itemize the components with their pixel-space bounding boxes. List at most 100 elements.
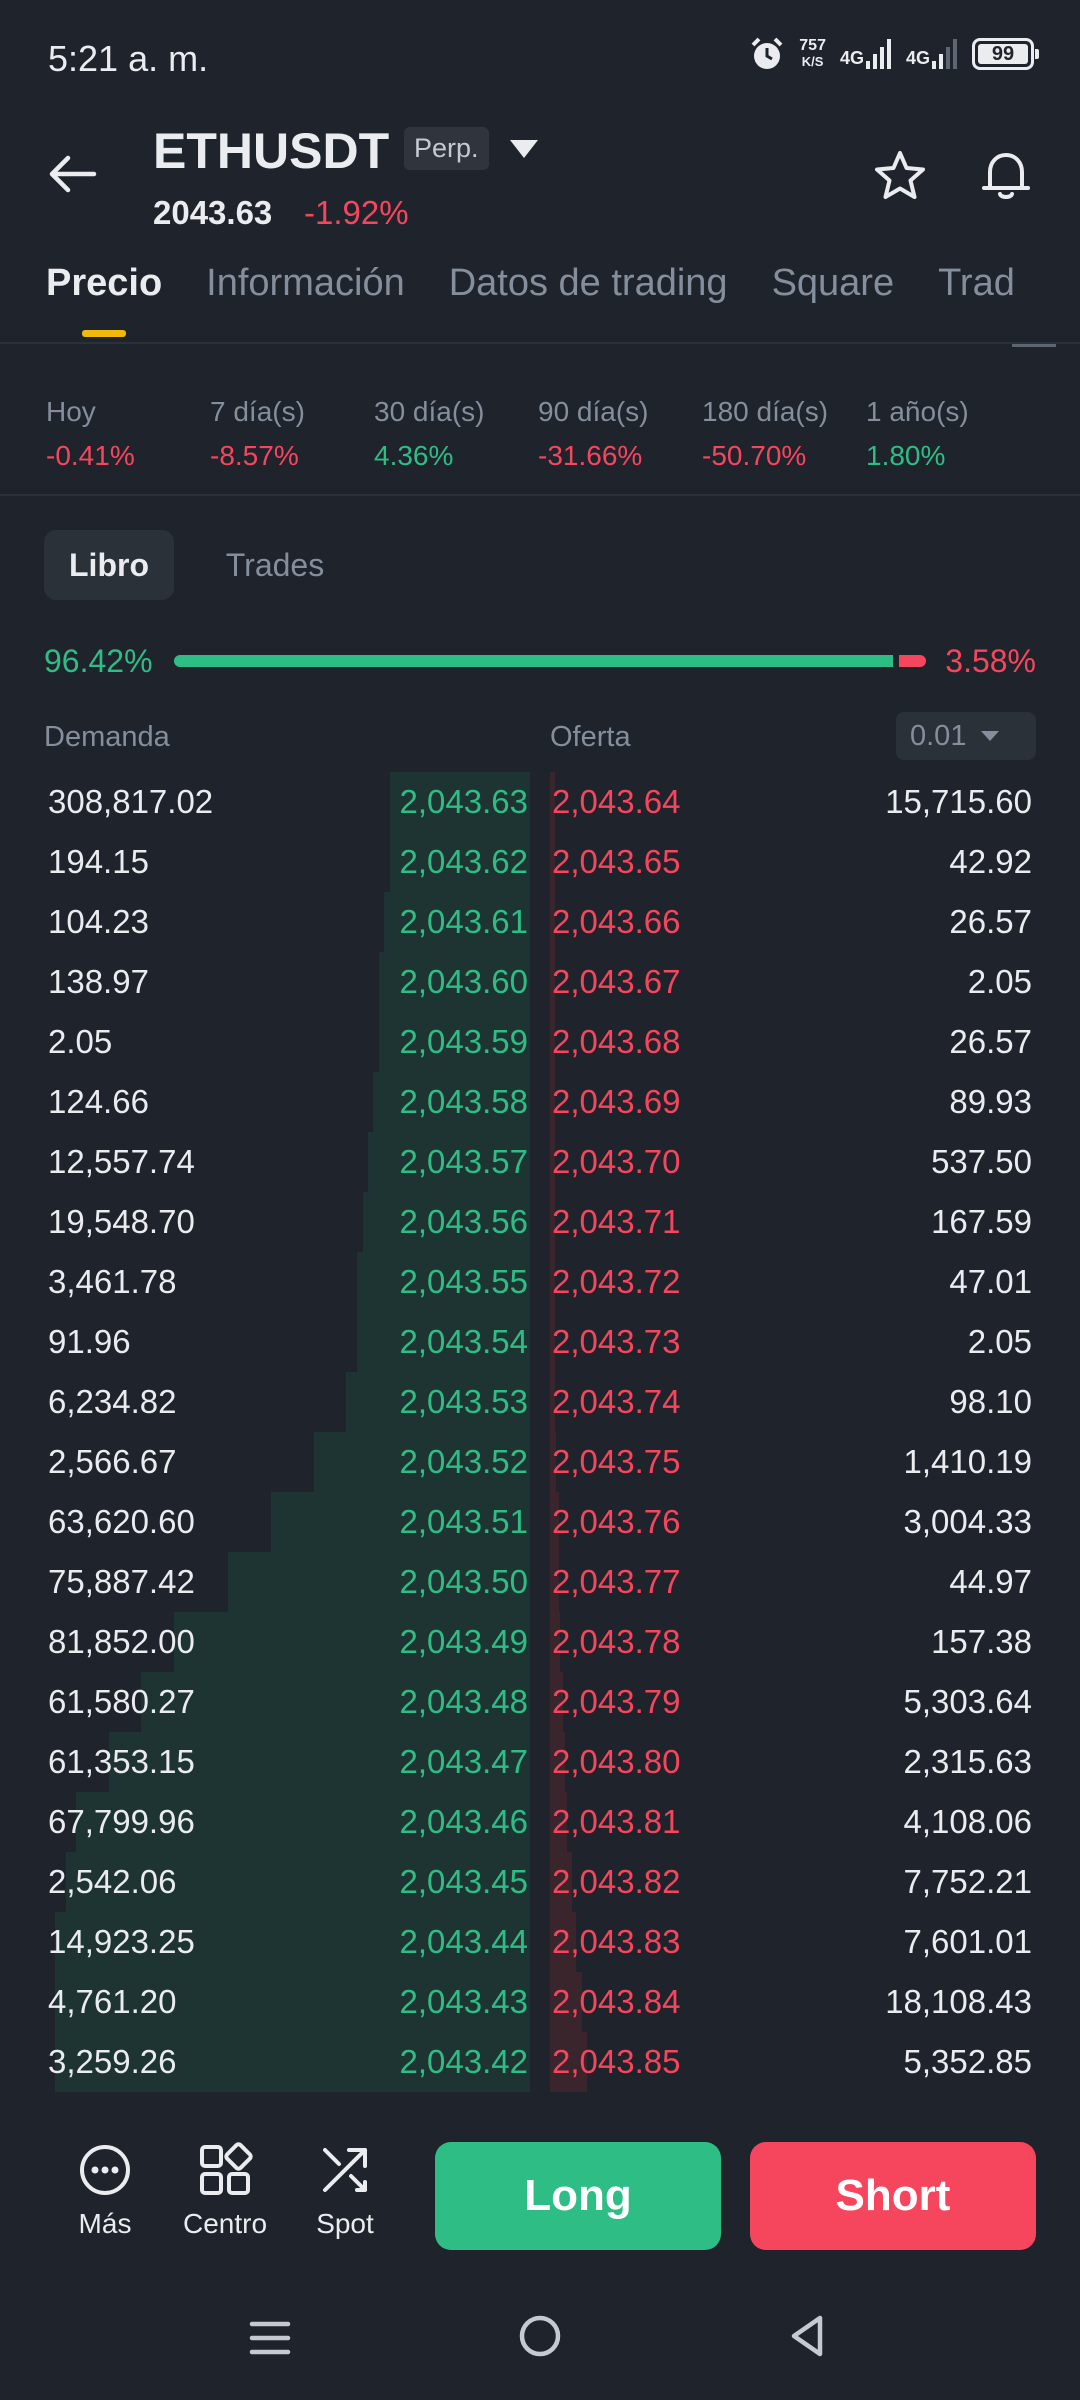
- tab-square[interactable]: Square: [772, 262, 895, 342]
- ask-quantity: 5,352.85: [903, 2043, 1032, 2080]
- ask-ratio-label: 3.58%: [945, 643, 1036, 679]
- order-book-row[interactable]: 194.15 2,043.62 2,043.65 42.92: [0, 832, 1080, 892]
- order-book-row[interactable]: 6,234.82 2,043.53 2,043.74 98.10: [0, 1372, 1080, 1432]
- ask-quantity: 1,410.19: [903, 1443, 1032, 1480]
- order-book-row[interactable]: 3,259.26 2,043.42 2,043.85 5,352.85: [0, 2032, 1080, 2092]
- order-book-row[interactable]: 138.97 2,043.60 2,043.67 2.05: [0, 952, 1080, 1012]
- order-book-row[interactable]: 61,353.15 2,043.47 2,043.80 2,315.63: [0, 1732, 1080, 1792]
- order-book-row[interactable]: 12,557.74 2,043.57 2,043.70 537.50: [0, 1132, 1080, 1192]
- segment-libro[interactable]: Libro: [44, 530, 174, 600]
- last-price: 2043.63: [153, 194, 273, 231]
- back-icon[interactable]: [786, 2314, 830, 2358]
- order-book-row[interactable]: 75,887.42 2,043.50 2,043.77 44.97: [0, 1552, 1080, 1612]
- segment-trades[interactable]: Trades: [200, 530, 350, 600]
- order-book-row[interactable]: 81,852.00 2,043.49 2,043.78 157.38: [0, 1612, 1080, 1672]
- bid-quantity: 19,548.70: [48, 1203, 195, 1240]
- menu-icon[interactable]: [248, 2316, 292, 2360]
- order-book-row[interactable]: 19,548.70 2,043.56 2,043.71 167.59: [0, 1192, 1080, 1252]
- ask-price: 2,043.66: [552, 903, 681, 940]
- order-book-row[interactable]: 4,761.20 2,043.43 2,043.84 18,108.43: [0, 1972, 1080, 2032]
- order-book-row[interactable]: 61,580.27 2,043.48 2,043.79 5,303.64: [0, 1672, 1080, 1732]
- ask-price: 2,043.85: [552, 2043, 681, 2080]
- order-book-row[interactable]: 124.66 2,043.58 2,043.69 89.93: [0, 1072, 1080, 1132]
- bid-price: 2,043.44: [399, 1923, 528, 1960]
- performance-row: Hoy -0.41% 7 día(s) -8.57% 30 día(s) 4.3…: [46, 396, 1030, 472]
- center-button[interactable]: Centro: [170, 2142, 280, 2240]
- perf-90d: 90 día(s) -31.66%: [538, 396, 649, 471]
- order-book-row[interactable]: 67,799.96 2,043.46 2,043.81 4,108.06: [0, 1792, 1080, 1852]
- caret-down-icon[interactable]: [508, 138, 540, 160]
- bid-quantity: 67,799.96: [48, 1803, 195, 1840]
- order-book-row[interactable]: 104.23 2,043.61 2,043.66 26.57: [0, 892, 1080, 952]
- system-nav-bar: [0, 2282, 1080, 2400]
- status-time: 5:21 a. m.: [48, 38, 209, 79]
- bid-price: 2,043.49: [399, 1623, 528, 1660]
- order-book-row[interactable]: 63,620.60 2,043.51 2,043.76 3,004.33: [0, 1492, 1080, 1552]
- short-button[interactable]: Short: [750, 2142, 1036, 2250]
- tab-trad[interactable]: Trad: [938, 262, 1015, 342]
- ask-quantity: 7,601.01: [903, 1923, 1032, 1960]
- ask-quantity: 42.92: [949, 843, 1032, 880]
- ask-price: 2,043.74: [552, 1383, 681, 1420]
- spot-button[interactable]: Spot: [290, 2142, 400, 2240]
- tab-informacion[interactable]: Información: [206, 262, 405, 342]
- bid-ratio-label: 96.42%: [44, 643, 153, 679]
- ask-quantity: 2.05: [967, 1323, 1032, 1360]
- long-button[interactable]: Long: [435, 2142, 721, 2250]
- bid-price: 2,043.61: [399, 903, 528, 940]
- tab-datos-de-trading[interactable]: Datos de trading: [449, 262, 728, 342]
- status-icons: 757 K/S 4G 4G 99: [749, 36, 1039, 72]
- ask-quantity: 89.93: [949, 1083, 1032, 1120]
- ask-price: 2,043.81: [552, 1803, 681, 1840]
- ask-quantity: 7,752.21: [903, 1863, 1032, 1900]
- more-button[interactable]: Más: [50, 2142, 160, 2240]
- order-book-row[interactable]: 308,817.02 2,043.63 2,043.64 15,715.60: [0, 772, 1080, 832]
- ask-quantity: 47.01: [949, 1263, 1032, 1300]
- ask-price: 2,043.68: [552, 1023, 681, 1060]
- bid-price: 2,043.55: [399, 1263, 528, 1300]
- bid-price: 2,043.60: [399, 963, 528, 1000]
- ask-quantity: 5,303.64: [903, 1683, 1032, 1720]
- signal-bars-icon: [932, 39, 957, 69]
- order-book-row[interactable]: 2,566.67 2,043.52 2,043.75 1,410.19: [0, 1432, 1080, 1492]
- bell-icon[interactable]: [978, 146, 1034, 202]
- order-book-row[interactable]: 2.05 2,043.59 2,043.68 26.57: [0, 1012, 1080, 1072]
- tick-size-select[interactable]: 0.01: [896, 712, 1036, 760]
- signal-2: 4G: [906, 39, 958, 69]
- ask-price: 2,043.72: [552, 1263, 681, 1300]
- bid-quantity: 91.96: [48, 1323, 131, 1360]
- order-book-row[interactable]: 14,923.25 2,043.44 2,043.83 7,601.01: [0, 1912, 1080, 1972]
- ask-quantity: 18,108.43: [885, 1983, 1032, 2020]
- order-book-row[interactable]: 91.96 2,043.54 2,043.73 2.05: [0, 1312, 1080, 1372]
- bid-price: 2,043.46: [399, 1803, 528, 1840]
- order-book: 308,817.02 2,043.63 2,043.64 15,715.60 194.1…: [0, 772, 1080, 2112]
- signal-bars-icon: [865, 39, 891, 69]
- star-icon[interactable]: [872, 148, 928, 204]
- order-book-row[interactable]: 3,461.78 2,043.55 2,043.72 47.01: [0, 1252, 1080, 1312]
- bid-quantity: 61,580.27: [48, 1683, 195, 1720]
- bid-quantity: 14,923.25: [48, 1923, 195, 1960]
- bid-price: 2,043.43: [399, 1983, 528, 2020]
- order-book-row[interactable]: 2,542.06 2,043.45 2,043.82 7,752.21: [0, 1852, 1080, 1912]
- tab-precio[interactable]: Precio: [46, 262, 162, 342]
- perf-7d: 7 día(s) -8.57%: [210, 396, 305, 471]
- home-icon[interactable]: [518, 2314, 562, 2358]
- back-arrow-icon[interactable]: [46, 148, 98, 200]
- ask-quantity: 3,004.33: [903, 1503, 1032, 1540]
- bid-price: 2,043.62: [399, 843, 528, 880]
- ask-quantity: 167.59: [931, 1203, 1032, 1240]
- ask-price: 2,043.84: [552, 1983, 681, 2020]
- caret-down-icon: [981, 731, 1000, 741]
- bid-quantity: 81,852.00: [48, 1623, 195, 1660]
- tick-size-value: 0.01: [910, 719, 967, 752]
- pair-symbol[interactable]: ETHUSDT: [153, 122, 389, 180]
- ask-price: 2,043.69: [552, 1083, 681, 1120]
- ask-quantity: 26.57: [949, 903, 1032, 940]
- bid-price: 2,043.48: [399, 1683, 528, 1720]
- ask-quantity: 2,315.63: [903, 1743, 1032, 1780]
- ask-price: 2,043.64: [552, 783, 681, 820]
- bid-price: 2,043.51: [399, 1503, 528, 1540]
- bottom-action-bar: Más Centro Spot Long Short: [0, 2112, 1080, 2282]
- ask-ratio-fill: [899, 655, 926, 667]
- tabs-divider: [0, 342, 1080, 344]
